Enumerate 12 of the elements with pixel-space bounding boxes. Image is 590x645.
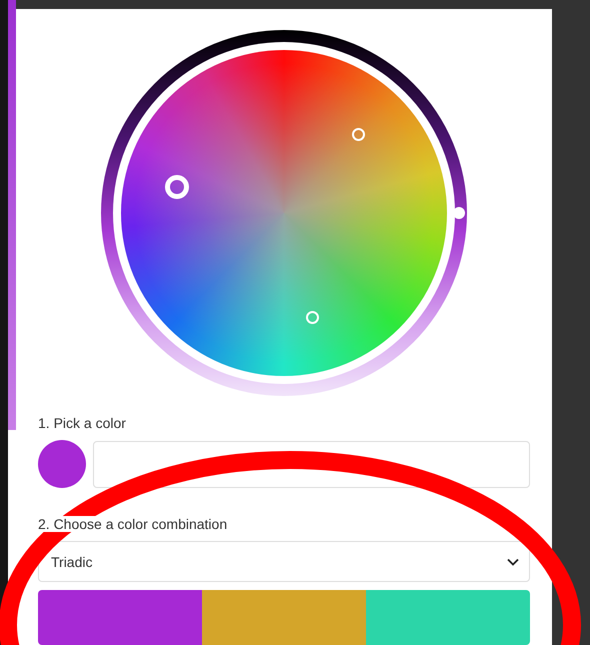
field-label: 1. Pick a color [38,415,128,431]
chevron-icon [507,558,519,566]
color-marker[interactable] [165,175,189,199]
palette-color[interactable] [202,590,366,645]
color-marker[interactable] [352,128,365,141]
color-swatch[interactable] [38,440,86,488]
combination-dropdown[interactable]: Triadic [38,541,530,582]
palette-color[interactable] [38,590,202,645]
ring-handle[interactable] [453,207,465,219]
field-label: 2. Choose a color combination [38,516,230,532]
color-marker[interactable] [306,311,319,324]
palette-color[interactable] [366,590,530,645]
